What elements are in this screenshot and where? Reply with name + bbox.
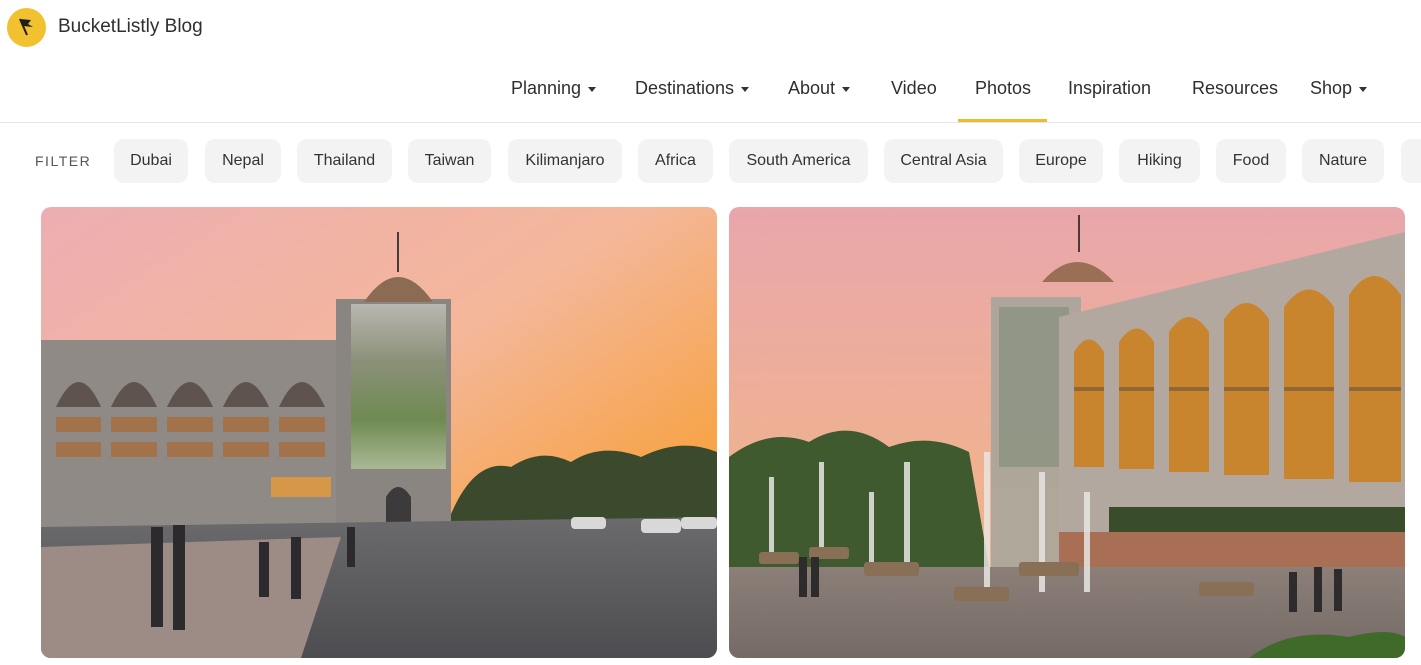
filter-chip-hiking[interactable]: Hiking xyxy=(1119,139,1200,183)
filter-chip-taiwan[interactable]: Taiwan xyxy=(408,139,491,183)
nav-label: About xyxy=(788,78,836,98)
gallery-photo[interactable] xyxy=(41,207,717,658)
filter-chip-central-asia[interactable]: Central Asia xyxy=(884,139,1003,183)
main-nav: Planning Destinations About Video Photos… xyxy=(0,66,1421,122)
nav-shop[interactable]: Shop xyxy=(1310,66,1368,122)
caret-down-icon xyxy=(588,87,597,92)
nav-label: Inspiration xyxy=(1068,78,1152,98)
filter-chip-europe[interactable]: Europe xyxy=(1019,139,1103,183)
photo-image xyxy=(729,207,1405,658)
filter-chip-africa[interactable]: Africa xyxy=(638,139,713,183)
caret-down-icon xyxy=(741,87,750,92)
filter-chip-kilimanjaro[interactable]: Kilimanjaro xyxy=(508,139,622,183)
nav-photos[interactable]: Photos xyxy=(957,66,1048,122)
nav-about[interactable]: About xyxy=(788,66,851,122)
filter-chip-thailand[interactable]: Thailand xyxy=(297,139,392,183)
photo-image xyxy=(41,207,717,658)
brand[interactable]: BucketListly Blog xyxy=(7,7,203,47)
filter-chip-nature[interactable]: Nature xyxy=(1302,139,1384,183)
filter-chip-more[interactable] xyxy=(1401,139,1421,183)
filter-chip-dubai[interactable]: Dubai xyxy=(114,139,188,183)
nav-inspiration[interactable]: Inspiration xyxy=(1068,66,1151,122)
nav-label: Resources xyxy=(1192,78,1279,98)
flag-icon xyxy=(7,7,46,47)
caret-down-icon xyxy=(1359,87,1368,92)
nav-resources[interactable]: Resources xyxy=(1192,66,1278,122)
gallery-photo[interactable] xyxy=(729,207,1405,658)
nav-label: Video xyxy=(891,78,937,98)
filter-chip-nepal[interactable]: Nepal xyxy=(205,139,281,183)
brand-name: BucketListly Blog xyxy=(58,16,203,37)
caret-down-icon xyxy=(842,87,851,92)
nav-label: Shop xyxy=(1310,78,1353,98)
nav-planning[interactable]: Planning xyxy=(511,66,597,122)
nav-label: Photos xyxy=(975,78,1032,98)
filter-chip-food[interactable]: Food xyxy=(1216,139,1286,183)
nav-label: Destinations xyxy=(635,78,735,98)
filter-label: FILTER xyxy=(35,153,92,169)
nav-label: Planning xyxy=(511,78,582,98)
header-divider xyxy=(0,122,1421,123)
filter-chip-south-america[interactable]: South America xyxy=(729,139,868,183)
nav-destinations[interactable]: Destinations xyxy=(635,66,750,122)
nav-video[interactable]: Video xyxy=(891,66,937,122)
